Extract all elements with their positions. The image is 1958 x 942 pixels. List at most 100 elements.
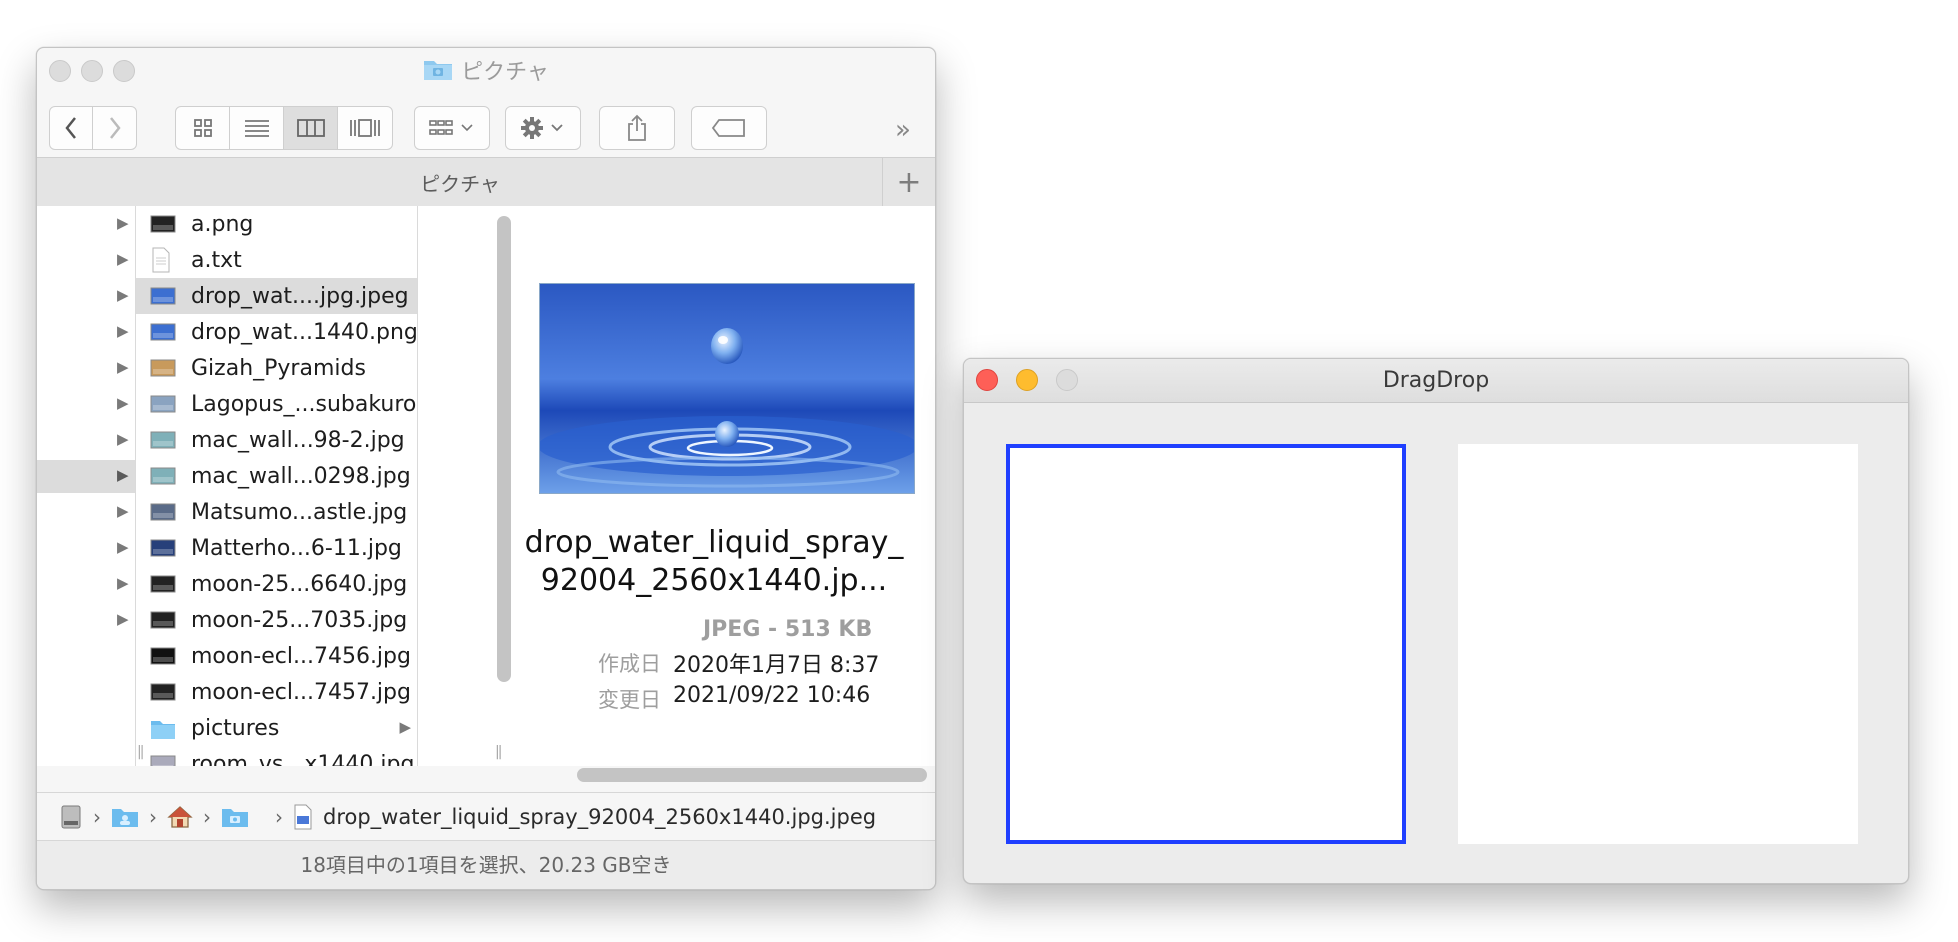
window-title: DragDrop <box>1382 368 1490 393</box>
pictures-folder-icon <box>222 809 248 827</box>
chevron-right-icon <box>109 117 121 139</box>
gear-icon <box>521 117 563 139</box>
column-resize-handle[interactable]: || <box>495 744 503 760</box>
image-file-icon <box>150 286 176 306</box>
file-name: moon-25...6640.jpg <box>191 571 408 597</box>
file-row[interactable]: room_vs...x1440.jpg <box>136 746 417 766</box>
path-item-disk[interactable] <box>59 804 83 830</box>
tab-pictures[interactable]: ピクチャ <box>37 168 883 197</box>
back-button[interactable] <box>50 107 94 149</box>
file-row[interactable]: Gizah_Pyramids <box>136 350 417 386</box>
image-file-icon <box>150 394 176 414</box>
list-icon <box>244 120 269 137</box>
drop-target-right[interactable] <box>1458 444 1858 844</box>
gallery-icon <box>350 119 380 137</box>
file-name: Matterho...6-11.jpg <box>191 535 402 561</box>
file-name: a.png <box>191 211 254 237</box>
disclosure-triangle-icon[interactable]: ▶ <box>117 430 129 448</box>
status-bar: 18項目中の1項目を選択、20.23 GB空き <box>37 840 935 889</box>
home-icon <box>167 806 193 828</box>
file-row[interactable]: moon-25...6640.jpg <box>136 566 417 602</box>
file-column[interactable]: a.png a.txt drop_wat....jpg.jpeg drop_wat..… <box>136 206 418 766</box>
path-bar: › › › › drop_water_liquid_spray_92004_25… <box>37 792 935 841</box>
finder-window: ピクチャ » ピクチャ + || ▶ ▶ ▶ ▶ ▶ ▶ ▶ ▶ ▶ ▶ ▶ ▶ a.png a.txt… <box>36 47 936 890</box>
image-file-icon <box>150 214 176 234</box>
path-item-file[interactable]: drop_water_liquid_spray_92004_2560x1440.… <box>293 804 876 830</box>
tags-button[interactable] <box>691 106 767 150</box>
forward-button[interactable] <box>93 107 136 149</box>
share-button[interactable] <box>599 106 675 150</box>
file-name: pictures <box>191 715 280 741</box>
image-file-icon <box>150 574 176 594</box>
image-file-icon <box>150 430 176 450</box>
disclosure-triangle-icon[interactable]: ▶ <box>117 466 129 484</box>
disclosure-triangle-icon[interactable]: ▶ <box>117 286 129 304</box>
disclosure-triangle-icon: ▶ <box>399 718 411 736</box>
path-item-users[interactable] <box>111 806 139 828</box>
file-name: mac_wall...0298.jpg <box>191 463 411 489</box>
file-row[interactable]: a.png <box>136 206 417 242</box>
image-file-icon <box>150 646 176 666</box>
file-row[interactable]: Matsumo...astle.jpg <box>136 494 417 530</box>
image-file-icon <box>150 502 176 522</box>
path-separator: › <box>93 805 101 829</box>
path-item-home[interactable] <box>167 805 193 829</box>
disclosure-triangle-icon[interactable]: ▶ <box>117 610 129 628</box>
user-folder-icon <box>112 809 138 827</box>
group-icon <box>429 120 473 135</box>
file-row[interactable]: moon-ecl...7457.jpg <box>136 674 417 710</box>
vertical-scrollbar[interactable] <box>497 216 511 682</box>
file-row[interactable]: Matterho...6-11.jpg <box>136 530 417 566</box>
column-view-button[interactable] <box>284 107 338 149</box>
file-row[interactable]: a.txt <box>136 242 417 278</box>
file-row[interactable]: moon-25...7035.jpg <box>136 602 417 638</box>
hard-disk-icon <box>61 805 81 829</box>
parent-column[interactable]: || ▶ ▶ ▶ ▶ ▶ ▶ ▶ ▶ ▶ ▶ ▶ ▶ <box>37 206 145 766</box>
file-row[interactable]: mac_wall...0298.jpg <box>136 458 417 494</box>
preview-filename-line2: 92004_2560x1440.jp... <box>540 563 888 598</box>
icon-view-button[interactable] <box>176 107 230 149</box>
horizontal-scrollbar[interactable] <box>577 768 927 782</box>
file-name: drop_wat...1440.png <box>191 319 418 345</box>
path-item-pictures[interactable] <box>221 806 249 828</box>
path-separator: › <box>275 805 283 829</box>
created-label: 作成日 <box>598 652 661 676</box>
file-row[interactable]: drop_wat...1440.png <box>136 314 417 350</box>
gallery-view-button[interactable] <box>338 107 392 149</box>
disclosure-triangle-icon[interactable]: ▶ <box>117 214 129 232</box>
file-row[interactable]: Lagopus_...subakuro <box>136 386 417 422</box>
group-button[interactable] <box>414 106 490 150</box>
file-name: moon-25...7035.jpg <box>191 607 408 633</box>
new-tab-button[interactable]: + <box>882 158 935 206</box>
modified-label: 変更日 <box>598 688 661 712</box>
view-mode-control <box>175 106 393 150</box>
file-row[interactable]: moon-ecl...7456.jpg <box>136 638 417 674</box>
disclosure-triangle-icon[interactable]: ▶ <box>117 538 129 556</box>
disclosure-triangle-icon[interactable]: ▶ <box>117 322 129 340</box>
action-button[interactable] <box>505 106 581 150</box>
disclosure-triangle-icon[interactable]: ▶ <box>117 358 129 376</box>
columns-icon <box>296 119 325 137</box>
disclosure-triangle-icon[interactable]: ▶ <box>117 394 129 412</box>
share-icon <box>628 114 646 141</box>
path-separator: › <box>149 805 157 829</box>
file-name: Gizah_Pyramids <box>191 355 366 381</box>
image-file-icon <box>150 754 176 766</box>
file-row[interactable]: drop_wat....jpg.jpeg <box>136 278 417 314</box>
preview-filename-line1: drop_water_liquid_spray_ <box>524 525 904 560</box>
disclosure-triangle-icon[interactable]: ▶ <box>117 574 129 592</box>
disclosure-triangle-icon[interactable]: ▶ <box>117 250 129 268</box>
toolbar-overflow-button[interactable]: » <box>895 115 911 145</box>
disclosure-triangle-icon[interactable]: ▶ <box>117 502 129 520</box>
file-name: drop_wat....jpg.jpeg <box>191 283 409 309</box>
window-title: ピクチャ <box>37 54 935 87</box>
preview-kind-size: JPEG - 513 KB <box>703 617 873 642</box>
dragdrop-window: DragDrop <box>963 358 1909 884</box>
file-row[interactable]: pictures ▶ <box>136 710 417 746</box>
drop-target-left[interactable] <box>1006 444 1406 844</box>
list-view-button[interactable] <box>230 107 284 149</box>
window-title-text: ピクチャ <box>461 60 549 85</box>
image-file-icon <box>150 466 176 486</box>
tag-icon <box>711 119 745 137</box>
file-row[interactable]: mac_wall...98-2.jpg <box>136 422 417 458</box>
